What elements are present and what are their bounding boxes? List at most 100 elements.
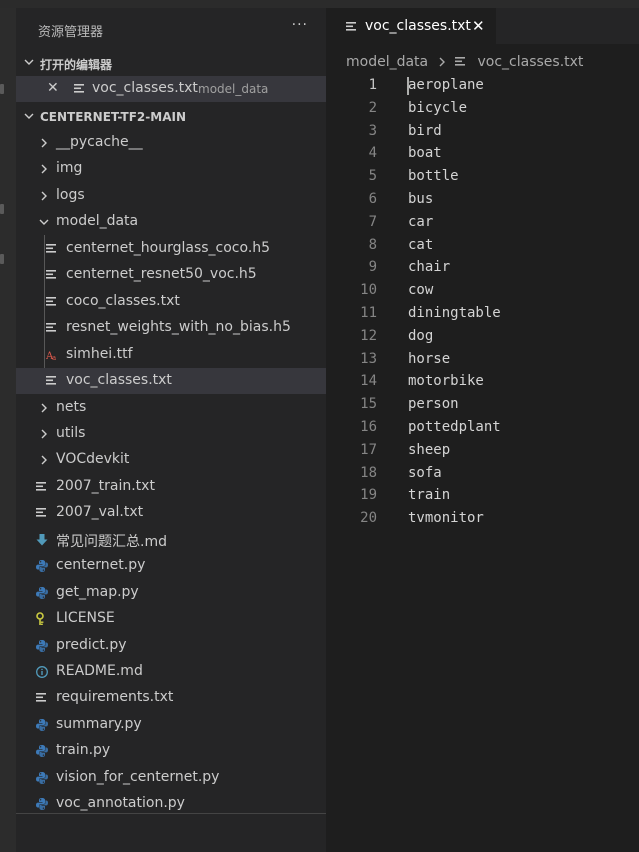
tree-item-label: requirements.txt xyxy=(56,689,174,706)
tree-item-label: vision_for_centernet.py xyxy=(56,768,220,785)
file-item[interactable]: vision_for_centernet.py xyxy=(16,765,326,791)
lines-icon xyxy=(46,376,56,385)
file-item[interactable]: 2007_val.txt xyxy=(16,500,326,526)
tree-item-label: 常见问题汇总.md xyxy=(56,533,167,550)
file-item[interactable]: README.md xyxy=(16,659,326,685)
tree-item-label: 2007_val.txt xyxy=(56,504,144,521)
folder-item[interactable]: nets xyxy=(16,395,326,421)
tree-item-label: README.md xyxy=(56,663,143,679)
python-icon xyxy=(36,586,48,599)
file-item[interactable]: requirements.txt xyxy=(16,685,326,711)
sidebar-divider xyxy=(16,813,326,814)
tree-item-label: train.py xyxy=(56,742,111,759)
chevron-right-icon xyxy=(41,191,47,201)
file-item[interactable]: centernet.py xyxy=(16,553,326,579)
tree-item-label: summary.py xyxy=(56,715,142,732)
line-text: sofa xyxy=(408,464,442,481)
lines-icon xyxy=(74,84,84,93)
code-line: 2 bicycle xyxy=(326,98,639,120)
line-number: 19 xyxy=(360,487,377,504)
tree-item-label: voc_annotation.py xyxy=(56,795,185,812)
code-line: 9 chair xyxy=(326,257,639,279)
line-text: boat xyxy=(408,145,442,162)
folder-item[interactable]: logs xyxy=(16,183,326,209)
code-line: 19 train xyxy=(326,485,639,507)
file-item[interactable]: summary.py xyxy=(16,712,326,738)
tab-voc-classes[interactable]: voc_classes.txt ✕ xyxy=(326,8,496,44)
chevron-right-icon xyxy=(41,138,47,148)
python-icon xyxy=(36,639,48,652)
folder-item[interactable]: __pycache__ xyxy=(16,130,326,156)
activity-icon[interactable] xyxy=(0,84,4,94)
breadcrumb: model_data voc_classes.txt xyxy=(346,54,583,70)
code-line: 20 tvmonitor xyxy=(326,508,639,530)
code-line: 11 diningtable xyxy=(326,303,639,325)
activity-icon[interactable] xyxy=(0,204,4,214)
line-number: 14 xyxy=(360,373,377,390)
folder-item[interactable]: img xyxy=(16,156,326,182)
file-item[interactable]: predict.py xyxy=(16,633,326,659)
line-number: 16 xyxy=(360,419,377,435)
file-item[interactable]: LICENSE xyxy=(16,606,326,632)
lines-icon xyxy=(46,323,56,332)
code-line: 16 pottedplant xyxy=(326,417,639,439)
line-text: cow xyxy=(408,282,434,299)
lines-icon xyxy=(36,693,46,703)
tree-item-label: predict.py xyxy=(56,636,127,653)
file-item[interactable]: voc_classes.txt xyxy=(16,368,326,395)
line-number: 2 xyxy=(368,99,377,116)
lines-icon xyxy=(346,22,356,31)
tree-item-label: voc_classes.txt xyxy=(66,372,172,389)
tree-item-label: centernet_resnet50_voc.h5 xyxy=(66,266,257,283)
breadcrumb-file[interactable]: voc_classes.txt xyxy=(478,54,584,70)
close-icon[interactable]: ✕ xyxy=(47,80,59,96)
folder-item[interactable]: VOCdevkit xyxy=(16,447,326,473)
open-editors-header[interactable]: 打开的编辑器 xyxy=(16,52,326,76)
python-icon xyxy=(36,560,48,573)
code-line: 18 sofa xyxy=(326,463,639,485)
folder-item[interactable]: utils xyxy=(16,421,326,447)
line-text: bird xyxy=(408,122,442,139)
file-item[interactable]: coco_classes.txt xyxy=(16,289,326,315)
line-number: 13 xyxy=(360,350,377,367)
code-line: 6 bus xyxy=(326,189,639,211)
line-number: 6 xyxy=(368,191,377,207)
code-line: 15 person xyxy=(326,394,639,416)
file-item[interactable]: 2007_train.txt xyxy=(16,474,326,500)
python-icon xyxy=(36,718,48,731)
lines-icon xyxy=(46,296,56,306)
tree-item-label: get_map.py xyxy=(56,583,139,600)
file-item[interactable]: get_map.py xyxy=(16,580,326,606)
chevron-right-icon xyxy=(41,429,47,439)
activity-icon[interactable] xyxy=(0,254,4,264)
svg-text:a: a xyxy=(52,354,56,362)
line-number: 1 xyxy=(368,77,377,93)
file-item[interactable]: Aa simhei.ttf xyxy=(16,342,326,368)
project-label: CENTERNET-TF2-MAIN xyxy=(40,110,186,124)
breadcrumb-folder[interactable]: model_data xyxy=(346,54,428,70)
close-tab-icon[interactable]: ✕ xyxy=(472,17,485,35)
line-number: 8 xyxy=(368,236,377,253)
open-editor-file: voc_classes.txt xyxy=(92,80,198,96)
code-line: 5 bottle xyxy=(326,166,639,188)
open-editor-item[interactable]: ✕ voc_classes.txt model_data xyxy=(16,76,326,102)
file-item[interactable]: resnet_weights_with_no_bias.h5 xyxy=(16,315,326,341)
line-text: bus xyxy=(408,191,434,207)
file-item[interactable]: train.py xyxy=(16,738,326,764)
line-text: tvmonitor xyxy=(408,510,484,527)
project-header[interactable]: CENTERNET-TF2-MAIN xyxy=(16,106,326,130)
chevron-right-icon xyxy=(41,403,47,412)
code-line: 13 horse xyxy=(326,349,639,371)
file-item[interactable]: centernet_resnet50_voc.h5 xyxy=(16,262,326,288)
lines-icon xyxy=(36,481,46,491)
file-item[interactable]: centernet_hourglass_coco.h5 xyxy=(16,236,326,262)
more-actions-icon[interactable]: ··· xyxy=(292,17,308,33)
line-number: 15 xyxy=(360,396,377,413)
tree-item-label: img xyxy=(56,160,83,177)
file-item[interactable]: 常见问题汇总.md xyxy=(16,527,326,553)
tree-item-label: LICENSE xyxy=(56,610,115,627)
folder-item[interactable]: model_data xyxy=(16,209,326,235)
chevron-right-icon xyxy=(41,164,47,174)
text-cursor xyxy=(407,77,409,95)
font-icon: Aa xyxy=(46,351,56,362)
